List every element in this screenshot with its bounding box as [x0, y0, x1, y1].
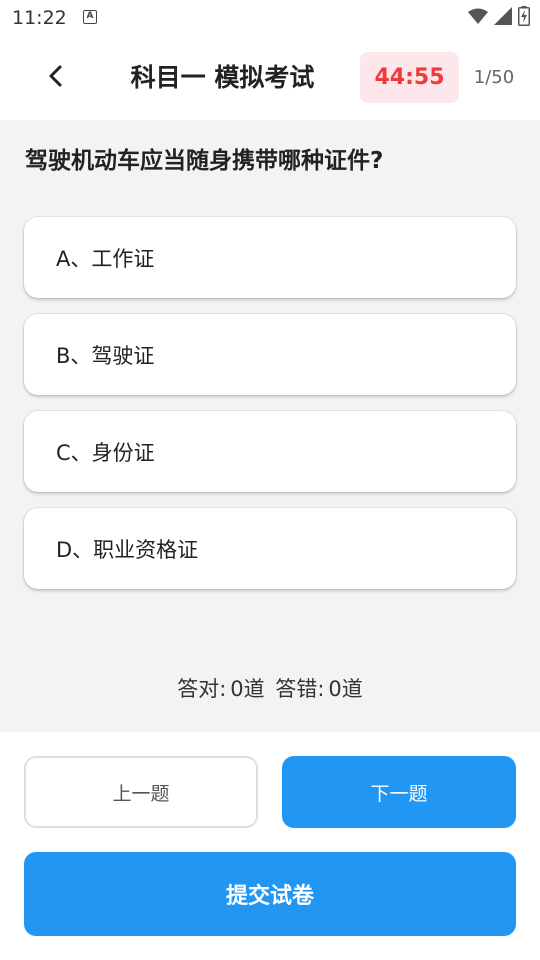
score-summary: 答对: 0道 答错: 0道	[0, 674, 540, 704]
option-label: D、职业资格证	[56, 537, 199, 562]
status-bar: 11:22 A	[0, 0, 540, 36]
signal-icon	[494, 7, 512, 29]
option-label: B、驾驶证	[56, 343, 155, 368]
prev-question-button[interactable]: 上一题	[24, 756, 258, 828]
question-progress: 1/50	[473, 67, 515, 88]
submit-exam-button[interactable]: 提交试卷	[24, 852, 516, 936]
status-icons	[468, 6, 530, 30]
correct-label: 答对:	[177, 677, 227, 701]
question-text: 驾驶机动车应当随身携带哪种证件?	[25, 148, 384, 174]
countdown-timer: 44:55	[360, 52, 459, 103]
question-area: 驾驶机动车应当随身携带哪种证件? A、工作证 B、驾驶证 C、身份证 D、职业资…	[0, 120, 540, 732]
status-time: 11:22	[12, 7, 67, 29]
option-b[interactable]: B、驾驶证	[24, 314, 516, 395]
back-button[interactable]	[36, 58, 76, 98]
option-c[interactable]: C、身份证	[24, 411, 516, 492]
notification-icon: A	[83, 10, 97, 24]
correct-count: 0道	[230, 677, 265, 701]
header: 科目一 模拟考试 44:55 1/50	[0, 36, 540, 120]
option-a[interactable]: A、工作证	[24, 217, 516, 298]
page-title: 科目一 模拟考试	[130, 63, 315, 92]
wifi-icon	[468, 8, 488, 28]
option-d[interactable]: D、职业资格证	[24, 508, 516, 589]
option-label: A、工作证	[56, 246, 155, 271]
chevron-left-icon	[46, 64, 66, 92]
wrong-count: 0道	[328, 677, 363, 701]
option-label: C、身份证	[56, 440, 155, 465]
wrong-label: 答错:	[275, 677, 325, 701]
next-question-button[interactable]: 下一题	[282, 756, 516, 828]
battery-charging-icon	[518, 6, 530, 30]
